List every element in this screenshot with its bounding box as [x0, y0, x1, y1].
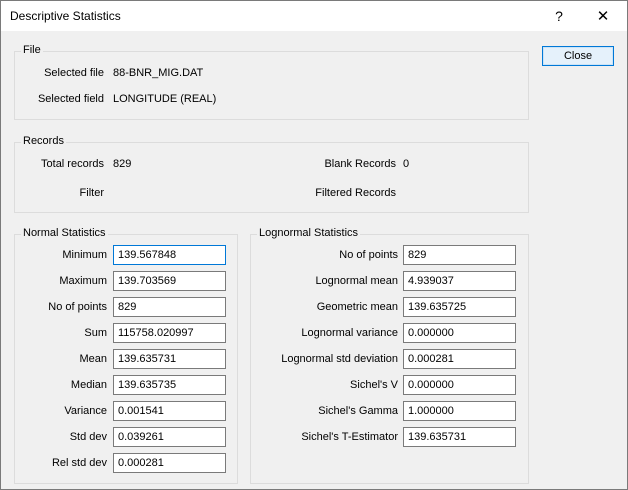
- blank-records-value: 0: [403, 158, 410, 170]
- geometric-mean-label: Geometric mean: [316, 301, 398, 313]
- median-field[interactable]: 139.635735: [113, 375, 226, 395]
- close-button[interactable]: Close: [542, 46, 614, 66]
- sum-field[interactable]: 115758.020997: [113, 323, 226, 343]
- total-records-label: Total records: [41, 158, 104, 170]
- descriptive-statistics-dialog: Descriptive Statistics ? ✕ Close File Se…: [0, 0, 628, 490]
- total-records-value: 829: [113, 158, 132, 170]
- filter-label: Filter: [79, 187, 104, 199]
- file-group: File: [14, 44, 529, 120]
- lognormal-mean-label: Lognormal mean: [315, 275, 398, 287]
- rel-std-dev-label: Rel std dev: [51, 457, 107, 469]
- close-window-icon[interactable]: ✕: [581, 1, 625, 31]
- minimum-field[interactable]: 139.567848: [113, 245, 226, 265]
- no-of-points-label: No of points: [48, 301, 107, 313]
- variance-field[interactable]: 0.001541: [113, 401, 226, 421]
- selected-file-label: Selected file: [44, 67, 104, 79]
- no-of-points-field[interactable]: 829: [113, 297, 226, 317]
- file-group-legend: File: [21, 44, 43, 56]
- selected-file-value: 88-BNR_MIG.DAT: [113, 67, 204, 79]
- mean-label: Mean: [79, 353, 107, 365]
- selected-field-label: Selected field: [37, 93, 104, 105]
- std-dev-label: Std dev: [69, 431, 107, 443]
- sichels-gamma-field[interactable]: 1.000000: [403, 401, 516, 421]
- lognormal-std-deviation-label: Lognormal std deviation: [281, 353, 398, 365]
- lognormal-no-of-points-label: No of points: [339, 249, 398, 261]
- window-title: Descriptive Statistics: [10, 9, 121, 23]
- sichels-v-label: Sichel's V: [350, 379, 398, 391]
- geometric-mean-field[interactable]: 139.635725: [403, 297, 516, 317]
- mean-field[interactable]: 139.635731: [113, 349, 226, 369]
- sichels-gamma-label: Sichel's Gamma: [318, 405, 398, 417]
- sichels-v-field[interactable]: 0.000000: [403, 375, 516, 395]
- std-dev-field[interactable]: 0.039261: [113, 427, 226, 447]
- normal-statistics-legend: Normal Statistics: [21, 227, 108, 239]
- help-icon[interactable]: ?: [537, 1, 581, 31]
- rel-std-dev-field[interactable]: 0.000281: [113, 453, 226, 473]
- lognormal-no-of-points-field[interactable]: 829: [403, 245, 516, 265]
- records-group: Records: [14, 135, 529, 213]
- maximum-field[interactable]: 139.703569: [113, 271, 226, 291]
- lognormal-variance-label: Lognormal variance: [301, 327, 398, 339]
- variance-label: Variance: [64, 405, 107, 417]
- filtered-records-label: Filtered Records: [315, 187, 396, 199]
- lognormal-std-deviation-field[interactable]: 0.000281: [403, 349, 516, 369]
- selected-field-value: LONGITUDE (REAL): [113, 93, 217, 105]
- sum-label: Sum: [84, 327, 107, 339]
- maximum-label: Maximum: [59, 275, 107, 287]
- median-label: Median: [70, 379, 107, 391]
- lognormal-variance-field[interactable]: 0.000000: [403, 323, 516, 343]
- sichels-t-estimator-label: Sichel's T-Estimator: [301, 431, 398, 443]
- lognormal-mean-field[interactable]: 4.939037: [403, 271, 516, 291]
- title-bar: Descriptive Statistics ? ✕: [1, 1, 627, 31]
- lognormal-statistics-legend: Lognormal Statistics: [257, 227, 361, 239]
- blank-records-label: Blank Records: [324, 158, 396, 170]
- records-group-legend: Records: [21, 135, 66, 147]
- minimum-label: Minimum: [62, 249, 107, 261]
- sichels-t-estimator-field[interactable]: 139.635731: [403, 427, 516, 447]
